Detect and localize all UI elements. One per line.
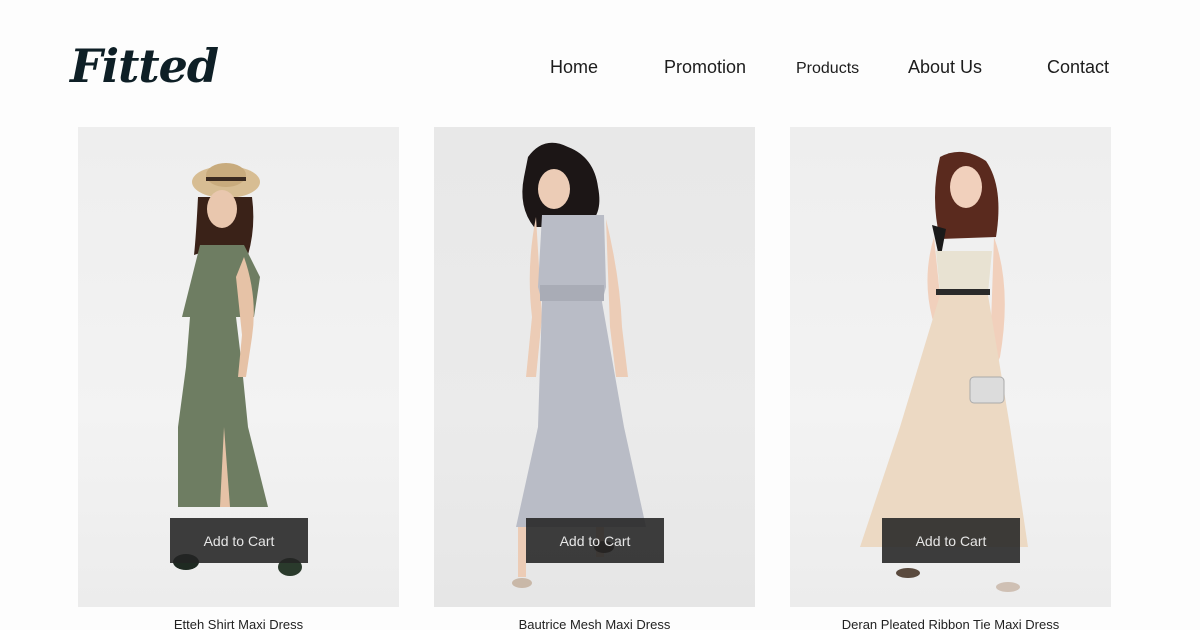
main-nav: Home Promotion Products About Us Contact bbox=[0, 55, 1200, 81]
product-card[interactable]: Add to Cart bbox=[790, 127, 1111, 607]
nav-home[interactable]: Home bbox=[550, 55, 598, 79]
nav-contact[interactable]: Contact bbox=[1047, 55, 1109, 79]
add-to-cart-button[interactable]: Add to Cart bbox=[526, 518, 664, 563]
product-card[interactable]: Add to Cart bbox=[78, 127, 399, 607]
nav-products[interactable]: Products bbox=[796, 57, 859, 81]
nav-about-us[interactable]: About Us bbox=[908, 55, 982, 79]
add-to-cart-button[interactable]: Add to Cart bbox=[170, 518, 308, 563]
product-card[interactable]: Add to Cart bbox=[434, 127, 755, 607]
nav-promotion[interactable]: Promotion bbox=[664, 55, 746, 79]
product-name[interactable]: Bautrice Mesh Maxi Dress bbox=[434, 617, 755, 630]
product-name[interactable]: Etteh Shirt Maxi Dress bbox=[78, 617, 399, 630]
product-page: Fitted Home Promotion Products About Us … bbox=[0, 0, 1200, 630]
product-name[interactable]: Deran Pleated Ribbon Tie Maxi Dress bbox=[790, 617, 1111, 630]
add-to-cart-button[interactable]: Add to Cart bbox=[882, 518, 1020, 563]
